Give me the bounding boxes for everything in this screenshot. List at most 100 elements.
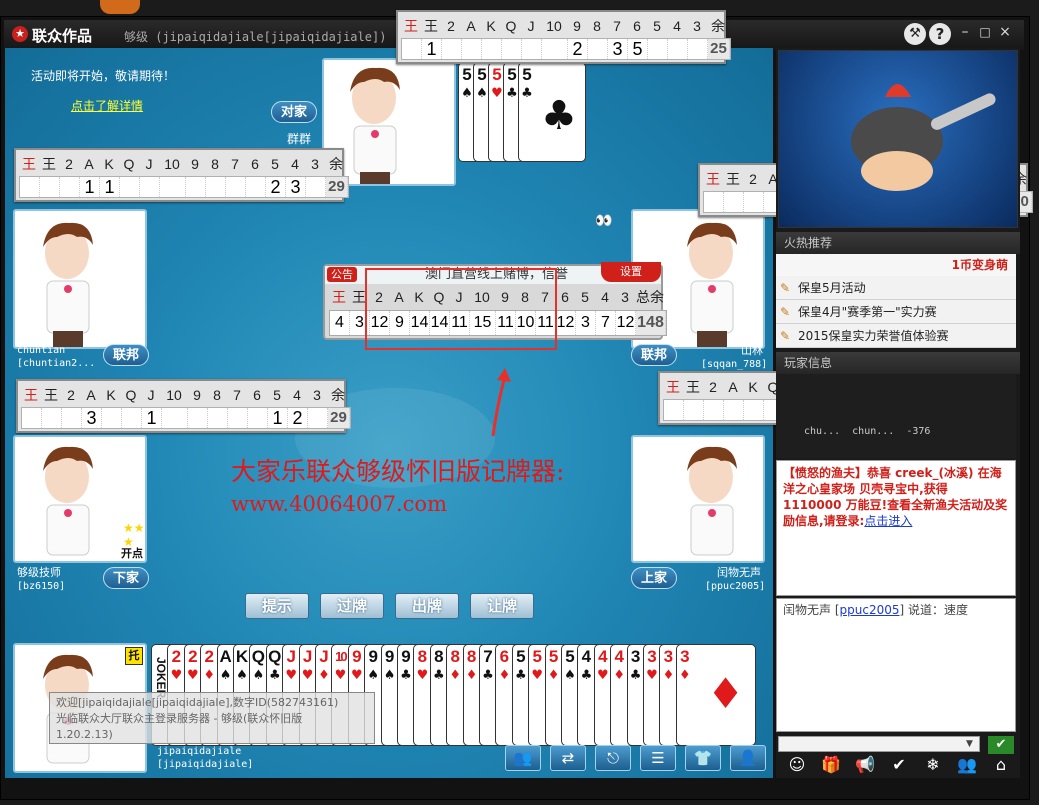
tracker-header-cell: 王: [706, 171, 720, 187]
avatar-right-lower: [631, 435, 765, 563]
flower-icon[interactable]: ❄: [920, 754, 946, 776]
card-suit: ♣: [268, 668, 281, 683]
card-rank: 2: [188, 647, 198, 666]
card-tracker-top: 王王 2 A K Q J 10 9 8 7 6 5 4 3 余 1 2 3 5 25: [396, 10, 731, 64]
tracker-header-cell: 8: [213, 387, 221, 403]
card-rank: 7: [483, 647, 493, 666]
invite-friends-icon[interactable]: 👤: [730, 745, 766, 771]
tracker-header-cell: 4: [293, 387, 301, 403]
tracker-header-cell: Q: [125, 387, 137, 403]
player-figure-icon: [43, 222, 93, 347]
tracker-value-cell: [668, 39, 688, 59]
exit-table-icon[interactable]: ⎋: [595, 745, 631, 771]
player-info-row: chu... chun... -376: [804, 426, 931, 437]
friends-icon[interactable]: 👥: [954, 754, 980, 776]
chat-enter-link[interactable]: 点击进入: [864, 514, 912, 528]
card-rank: 5: [548, 647, 559, 666]
player-list-icon[interactable]: 👥: [505, 745, 541, 771]
hand-card[interactable]: 3 ♦ ♦: [675, 644, 756, 746]
tracker-header-cell: A: [86, 387, 96, 403]
left-upper-player-name: chuntian: [17, 345, 66, 356]
minimize-icon[interactable]: –: [957, 24, 973, 40]
pass-button[interactable]: 过牌: [320, 593, 384, 619]
yield-button[interactable]: 让牌: [470, 593, 534, 619]
player-figure-icon: [687, 446, 737, 556]
card-rank: 5: [565, 647, 575, 666]
tracker-value-cell: [308, 408, 328, 428]
gift-icon[interactable]: 🎁: [818, 754, 844, 776]
card-suit: ♥: [170, 668, 183, 683]
tracker-header-cell: Q: [123, 156, 135, 172]
home-icon[interactable]: ⌂: [988, 754, 1014, 776]
tracker-value-cell: 1: [80, 177, 100, 197]
card-suit: ♣: [400, 668, 412, 683]
settings-tab[interactable]: 设置: [601, 262, 661, 282]
chevron-down-icon[interactable]: ▼: [966, 737, 978, 751]
tracker-header-cell: 2: [447, 18, 455, 34]
tracker-value-cell: [502, 39, 522, 59]
tracker-header-cell: 2: [67, 387, 75, 403]
tracker-value-cell: 3: [286, 177, 306, 197]
center-tracker-header-cell: 6: [561, 289, 569, 305]
card-suit: ♣: [482, 668, 494, 683]
game-window: ★ 联众作品 够级 (jipaiqidajiale[jipaiqidajiale…: [0, 0, 1039, 805]
promo-text[interactable]: 1币变身萌: [776, 254, 1016, 276]
hint-button[interactable]: 提示: [245, 593, 309, 619]
card-rank: 4: [614, 647, 624, 666]
card-suit: ♣: [521, 86, 533, 101]
card-rank: J: [319, 647, 329, 666]
card-tracker-left-upper: 王王 2 A K Q J 10 9 8 7 6 5 4 3 余 1 1 2 3 29: [14, 148, 349, 202]
right-lower-player-id: [ppuc2005]: [705, 581, 766, 592]
card-suit: ♦: [678, 668, 691, 683]
note-icon: ✎: [780, 281, 791, 295]
player-info-title: 玩家信息: [776, 352, 1020, 374]
settings-wrench-icon[interactable]: ⚒: [904, 23, 926, 45]
tracker-header-cell: 5: [271, 156, 279, 172]
notice-link[interactable]: 点击了解详情: [71, 97, 143, 114]
ad-banner[interactable]: [778, 50, 1018, 228]
news-item[interactable]: ✎ 保皇4月"赛季第一"实力赛: [776, 300, 1016, 324]
news-item[interactable]: ✎ 保皇5月活动: [776, 276, 1016, 300]
card-tracker-left-lower: 王王 2 A K Q J 10 9 8 7 6 5 4 3 余 3 1 1 2 29: [16, 379, 351, 433]
task-icon[interactable]: ✔: [886, 754, 912, 776]
center-tracker-value-cell: 148: [636, 311, 666, 335]
tracker-header-cell: 5: [653, 18, 661, 34]
tracker-value-cell: 2: [266, 177, 286, 197]
tracker-value-cell: 3: [82, 408, 102, 428]
record-list-icon[interactable]: ☰: [640, 745, 676, 771]
avatar-left-upper: [13, 209, 147, 349]
center-tracker-header-cell: 5: [581, 289, 589, 305]
card-suit: ♥: [301, 668, 314, 683]
player-info-list: chu... chun... -376: [776, 374, 1016, 458]
chat-user-id[interactable]: ppuc2005: [840, 603, 900, 617]
outfit-icon[interactable]: 👕: [685, 745, 721, 771]
news-item[interactable]: ✎ 2015保皇实力荣誉值体验赛: [776, 324, 1016, 348]
card-rank: 2: [171, 647, 182, 666]
tracker-value-cell: [248, 408, 268, 428]
tracker-header-cell: K: [106, 387, 116, 403]
send-check-icon[interactable]: ✔: [988, 736, 1014, 754]
horn-icon[interactable]: 📢: [852, 754, 878, 776]
tracker-value-cell: 2: [568, 39, 588, 59]
tracker-header-cell: 8: [593, 18, 601, 34]
maximize-icon[interactable]: □: [977, 24, 993, 40]
next-player-label-button: 下家: [103, 567, 149, 589]
emoji-icon[interactable]: ☺: [784, 754, 810, 776]
swap-seat-icon[interactable]: ⇄: [550, 745, 586, 771]
tracker-header-cell: 3: [693, 18, 701, 34]
card-rank: A: [219, 647, 232, 666]
play-button[interactable]: 出牌: [395, 593, 459, 619]
card-rank: 2: [204, 647, 214, 666]
chat-input[interactable]: [778, 736, 980, 752]
help-icon[interactable]: ?: [929, 23, 951, 45]
news-label: 保皇4月"赛季第一"实力赛: [798, 305, 937, 319]
card-center-suit: ♣: [541, 93, 577, 139]
card-center-suit: ♦: [706, 669, 745, 718]
tracker-header-cell: K: [748, 379, 758, 395]
close-icon[interactable]: ×: [997, 24, 1013, 40]
tracker-value-cell: 5: [628, 39, 648, 59]
card-rank: 5: [507, 65, 517, 84]
auto-play-badge[interactable]: 托: [125, 647, 143, 665]
tracker-value-cell: 1: [268, 408, 288, 428]
card-rank: 6: [499, 647, 510, 666]
